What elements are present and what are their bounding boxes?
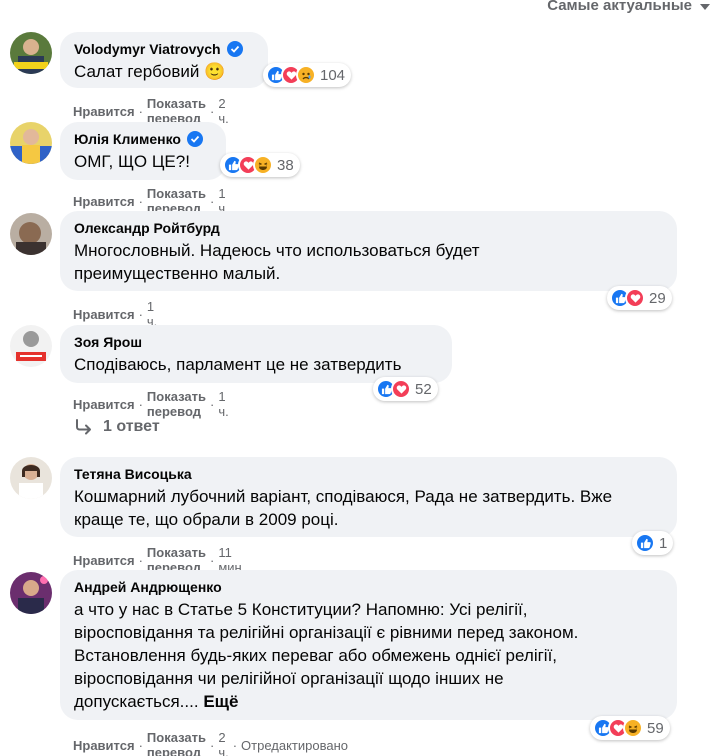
comment-text-line: віросповідання та релігійні організації …: [74, 623, 579, 642]
avatar[interactable]: [10, 32, 52, 74]
translate-button[interactable]: Показать перевод: [147, 389, 206, 419]
reactions-count: 52: [415, 380, 432, 398]
view-replies-button[interactable]: 1 ответ: [75, 418, 160, 436]
translate-button[interactable]: Показать перевод: [147, 730, 206, 756]
comment-author[interactable]: Тетяна Висоцька: [74, 465, 192, 483]
comment-text-line: допускається.... Ещё: [74, 690, 663, 713]
comment-text-line: преимущественно малый.: [74, 264, 281, 283]
comment-bubble: Volodymyr Viatrovych Салат гербовий 🙂: [60, 32, 268, 88]
like-reaction-icon: [635, 533, 655, 553]
sort-label: Самые актуальные: [547, 0, 692, 14]
avatar[interactable]: [10, 213, 52, 255]
comment-time[interactable]: 2 ч.: [218, 730, 228, 756]
reactions-summary[interactable]: 29: [607, 286, 672, 310]
comment-author[interactable]: Андрей Андрющенко: [74, 578, 222, 596]
verified-badge-icon: [186, 131, 203, 147]
verified-badge-icon: [226, 41, 243, 57]
comment-bubble: Тетяна Висоцька Кошмарний лубочний варіа…: [60, 457, 677, 537]
comment-text-line: Кошмарний лубочний варіант, сподіваюся, …: [74, 487, 613, 506]
comment-text-line: краще те, що обрали в 2009 році.: [74, 510, 339, 529]
comment-text-line: Встановлення будь-яких переваг або обмеж…: [74, 646, 558, 665]
comment-bubble: Зоя Ярош Сподіваюсь, парламент це не зат…: [60, 325, 452, 383]
comment-text: а что у нас в Статье 5 Конституции? Напо…: [74, 598, 663, 713]
reactions-count: 59: [647, 719, 664, 737]
comment-bubble: Андрей Андрющенко а что у нас в Статье 5…: [60, 570, 677, 720]
love-reaction-icon: [391, 379, 411, 399]
haha-reaction-icon: [253, 155, 273, 175]
like-button[interactable]: Нравится: [73, 553, 135, 568]
comment-author[interactable]: Зоя Ярош: [74, 333, 142, 351]
chevron-down-icon: [700, 3, 710, 10]
reactions-summary[interactable]: 104: [263, 63, 352, 87]
avatar[interactable]: [10, 122, 52, 164]
reactions-count: 38: [277, 156, 294, 174]
reactions-count: 104: [320, 66, 346, 84]
avatar[interactable]: [10, 325, 52, 367]
comment-author[interactable]: Олександр Ройтбурд: [74, 219, 220, 237]
comment-author[interactable]: Volodymyr Viatrovych: [74, 40, 221, 58]
avatar[interactable]: [10, 457, 52, 499]
comment-text: ОМГ, ЩО ЦЕ?!: [74, 152, 190, 171]
comment-bubble: Юлія Клименко ОМГ, ЩО ЦЕ?!: [60, 122, 226, 180]
reactions-summary[interactable]: 59: [590, 716, 670, 740]
comment-text: Сподіваюсь, парламент це не затвердить: [74, 355, 402, 374]
reactions-summary[interactable]: 38: [220, 153, 300, 177]
reactions-summary[interactable]: 52: [373, 377, 438, 401]
comment-text-line-end: допускається....: [74, 692, 199, 711]
like-button[interactable]: Нравится: [73, 738, 135, 753]
reply-arrow-icon: [76, 419, 91, 435]
comment-text: Салат гербовий 🙂: [74, 62, 226, 81]
comment-actions: Нравится · Показать перевод · 2 ч. · Отр…: [73, 730, 348, 756]
see-more-button[interactable]: Ещё: [203, 692, 238, 711]
comment-author[interactable]: Юлія Клименко: [74, 130, 181, 148]
comment-text: Многословный. Надеюсь что использоваться…: [74, 239, 663, 285]
comment-text-line: віросповідання чи релігійної організації…: [74, 669, 504, 688]
edited-label[interactable]: Отредактировано: [241, 738, 348, 753]
replies-label: 1 ответ: [103, 418, 160, 435]
sad-reaction-icon: [296, 65, 316, 85]
comment-bubble: Олександр Ройтбурд Многословный. Надеюсь…: [60, 211, 677, 291]
love-reaction-icon: [625, 288, 645, 308]
like-button[interactable]: Нравится: [73, 307, 135, 322]
sort-dropdown[interactable]: Самые актуальные: [547, 0, 710, 14]
comment-text-line: Многословный. Надеюсь что использоваться…: [74, 241, 480, 260]
reactions-summary[interactable]: 1: [632, 531, 674, 555]
reactions-count: 29: [649, 289, 666, 307]
comment-text-line: а что у нас в Статье 5 Конституции? Напо…: [74, 600, 528, 619]
comment-time[interactable]: 1 ч.: [218, 389, 228, 419]
avatar[interactable]: [10, 572, 52, 614]
like-button[interactable]: Нравится: [73, 194, 135, 209]
reactions-count: 1: [659, 534, 668, 552]
haha-reaction-icon: [623, 718, 643, 738]
comment-time[interactable]: 2 ч.: [218, 96, 228, 126]
comment-text: Кошмарний лубочний варіант, сподіваюся, …: [74, 485, 663, 531]
comment-actions: Нравится · Показать перевод · 1 ч.: [73, 389, 229, 419]
like-button[interactable]: Нравится: [73, 397, 135, 412]
like-button[interactable]: Нравится: [73, 104, 135, 119]
